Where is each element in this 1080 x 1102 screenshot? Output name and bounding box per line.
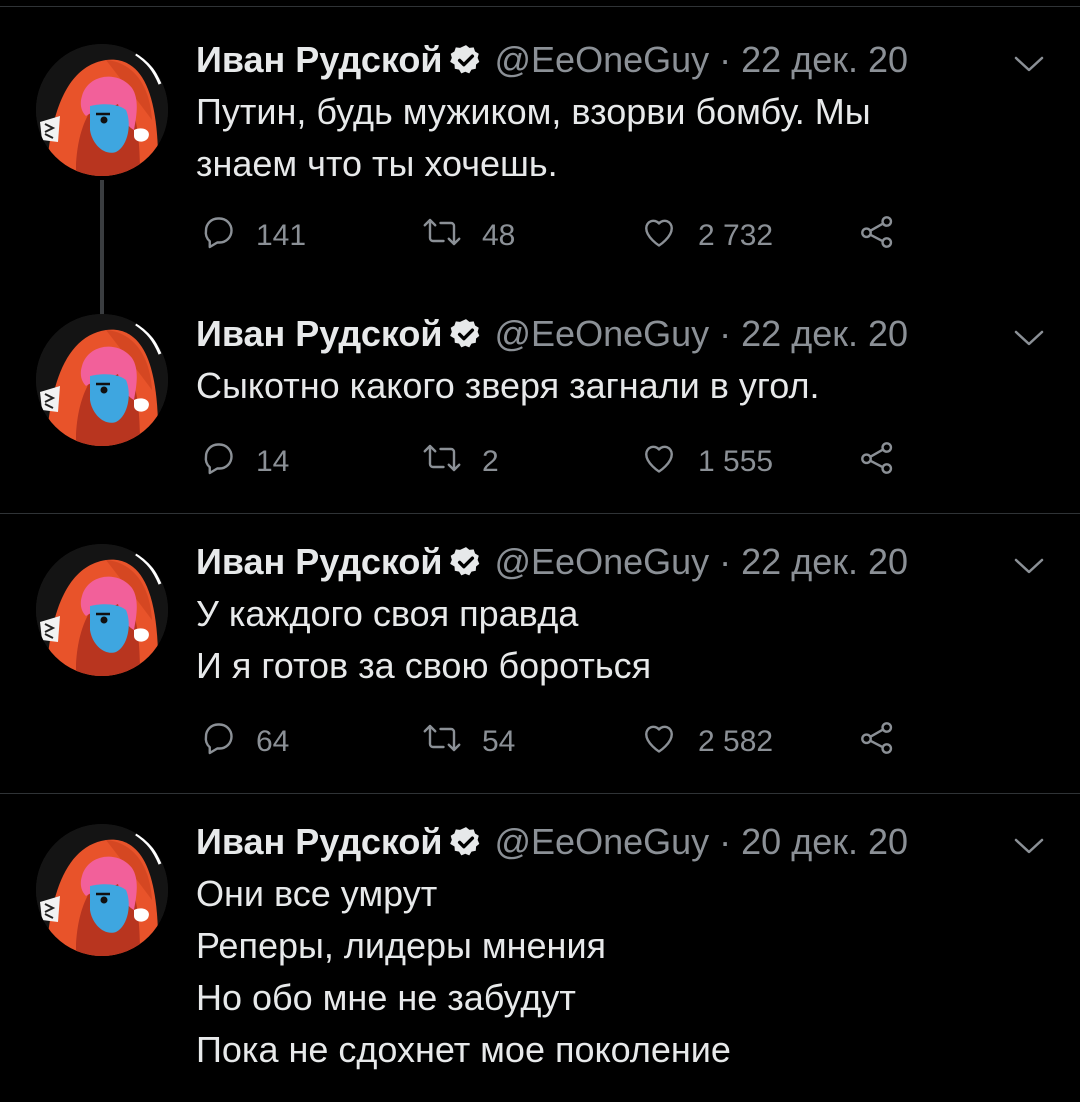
tweet-text-line: Пока не сдохнет мое поколение (196, 1029, 731, 1070)
author-name[interactable]: Иван Рудской (196, 39, 443, 81)
tweet-text-line: Сыкотно какого зверя загнали в угол. (196, 365, 820, 406)
retweet-button[interactable]: 2 (422, 442, 499, 482)
retweet-button[interactable]: 54 (422, 722, 515, 762)
reply-count: 14 (256, 445, 290, 478)
share-button[interactable] (858, 722, 916, 762)
verified-badge-icon (449, 825, 483, 859)
tweet-header: Иван Рудской @EeOneGuy · 22 дек. 20 (196, 313, 908, 355)
separator-dot: · (719, 821, 732, 862)
avatar[interactable] (36, 314, 168, 446)
tweet-text-line: знаем что ты хочешь. (196, 143, 558, 184)
tweet-text: Путин, будь мужиком, взорви бомбу. Мы зн… (196, 86, 871, 190)
tweet-actions: 64 54 2 582 (200, 722, 920, 762)
separator-dot: · (719, 541, 732, 582)
avatar[interactable] (36, 44, 168, 176)
tweet-actions: 141 48 2 732 (200, 216, 920, 256)
share-icon (858, 720, 916, 764)
tweet-header: Иван Рудской @EeOneGuy · 20 дек. 20 (196, 821, 908, 863)
top-divider (0, 6, 1080, 7)
tweet-header: Иван Рудской @EeOneGuy · 22 дек. 20 (196, 39, 908, 81)
author-handle[interactable]: @EeOneGuy (495, 541, 710, 583)
reply-button[interactable]: 141 (200, 216, 306, 256)
reply-button[interactable]: 64 (200, 722, 289, 762)
chevron-down-icon[interactable] (1014, 836, 1044, 856)
like-count: 2 732 (698, 219, 774, 252)
tweet-text-line: Они все умрут (196, 873, 438, 914)
reply-count: 64 (256, 725, 290, 758)
like-button[interactable]: 2 732 (640, 216, 773, 256)
heart-icon (640, 214, 698, 258)
author-name[interactable]: Иван Рудской (196, 541, 443, 583)
share-icon (858, 440, 916, 484)
verified-badge-icon (449, 545, 483, 579)
retweet-icon (422, 440, 482, 484)
tweet-header: Иван Рудской @EeOneGuy · 22 дек. 20 (196, 541, 908, 583)
like-count: 1 555 (698, 445, 774, 478)
retweet-count: 48 (482, 219, 516, 252)
like-button[interactable]: 2 582 (640, 722, 773, 762)
chevron-down-icon[interactable] (1014, 328, 1044, 348)
tweet-date[interactable]: 22 дек. 20 (741, 39, 908, 81)
like-count: 2 582 (698, 725, 774, 758)
retweet-count: 54 (482, 725, 516, 758)
reply-button[interactable]: 14 (200, 442, 289, 482)
tweet-text-line: Путин, будь мужиком, взорви бомбу. Мы (196, 91, 871, 132)
author-name[interactable]: Иван Рудской (196, 313, 443, 355)
tweet-text: Сыкотно какого зверя загнали в угол. (196, 360, 820, 412)
share-icon (858, 214, 916, 258)
separator-dot: · (719, 313, 732, 354)
tweet-text: У каждого своя правда И я готов за свою … (196, 588, 651, 692)
reply-bubble-icon (200, 440, 256, 484)
chevron-down-icon[interactable] (1014, 556, 1044, 576)
avatar[interactable] (36, 824, 168, 956)
tweet-date[interactable]: 22 дек. 20 (741, 541, 908, 583)
chevron-down-icon[interactable] (1014, 54, 1044, 74)
retweet-icon (422, 214, 482, 258)
tweet-text-line: Но обо мне не забудут (196, 977, 576, 1018)
retweet-button[interactable]: 48 (422, 216, 515, 256)
reply-count: 141 (256, 219, 307, 252)
reply-bubble-icon (200, 720, 256, 764)
author-handle[interactable]: @EeOneGuy (495, 39, 710, 81)
tweet-text: Они все умрут Реперы, лидеры мнения Но о… (196, 868, 731, 1076)
tweet[interactable]: Иван Рудской @EeOneGuy · 20 дек. 20 Они … (0, 794, 1080, 1102)
tweet[interactable]: Иван Рудской @EeOneGuy · 22 дек. 20 Пути… (0, 8, 1080, 318)
share-button[interactable] (858, 216, 916, 256)
tweet-date[interactable]: 22 дек. 20 (741, 313, 908, 355)
author-name[interactable]: Иван Рудской (196, 821, 443, 863)
avatar[interactable] (36, 544, 168, 676)
like-button[interactable]: 1 555 (640, 442, 773, 482)
reply-bubble-icon (200, 214, 256, 258)
verified-badge-icon (449, 43, 483, 77)
retweet-icon (422, 720, 482, 764)
share-button[interactable] (858, 442, 916, 482)
tweet[interactable]: Иван Рудской @EeOneGuy · 22 дек. 20 Сыко… (0, 290, 1080, 514)
author-handle[interactable]: @EeOneGuy (495, 313, 710, 355)
author-handle[interactable]: @EeOneGuy (495, 821, 710, 863)
heart-icon (640, 720, 698, 764)
tweet-date[interactable]: 20 дек. 20 (741, 821, 908, 863)
separator-dot: · (719, 39, 732, 80)
retweet-count: 2 (482, 445, 499, 478)
verified-badge-icon (449, 317, 483, 351)
tweet-text-line: У каждого своя правда (196, 593, 579, 634)
tweet-text-line: Реперы, лидеры мнения (196, 925, 607, 966)
tweet[interactable]: Иван Рудской @EeOneGuy · 22 дек. 20 У ка… (0, 514, 1080, 794)
heart-icon (640, 440, 698, 484)
tweet-actions: 14 2 1 555 (200, 442, 920, 482)
tweet-text-line: И я готов за свою бороться (196, 645, 652, 686)
